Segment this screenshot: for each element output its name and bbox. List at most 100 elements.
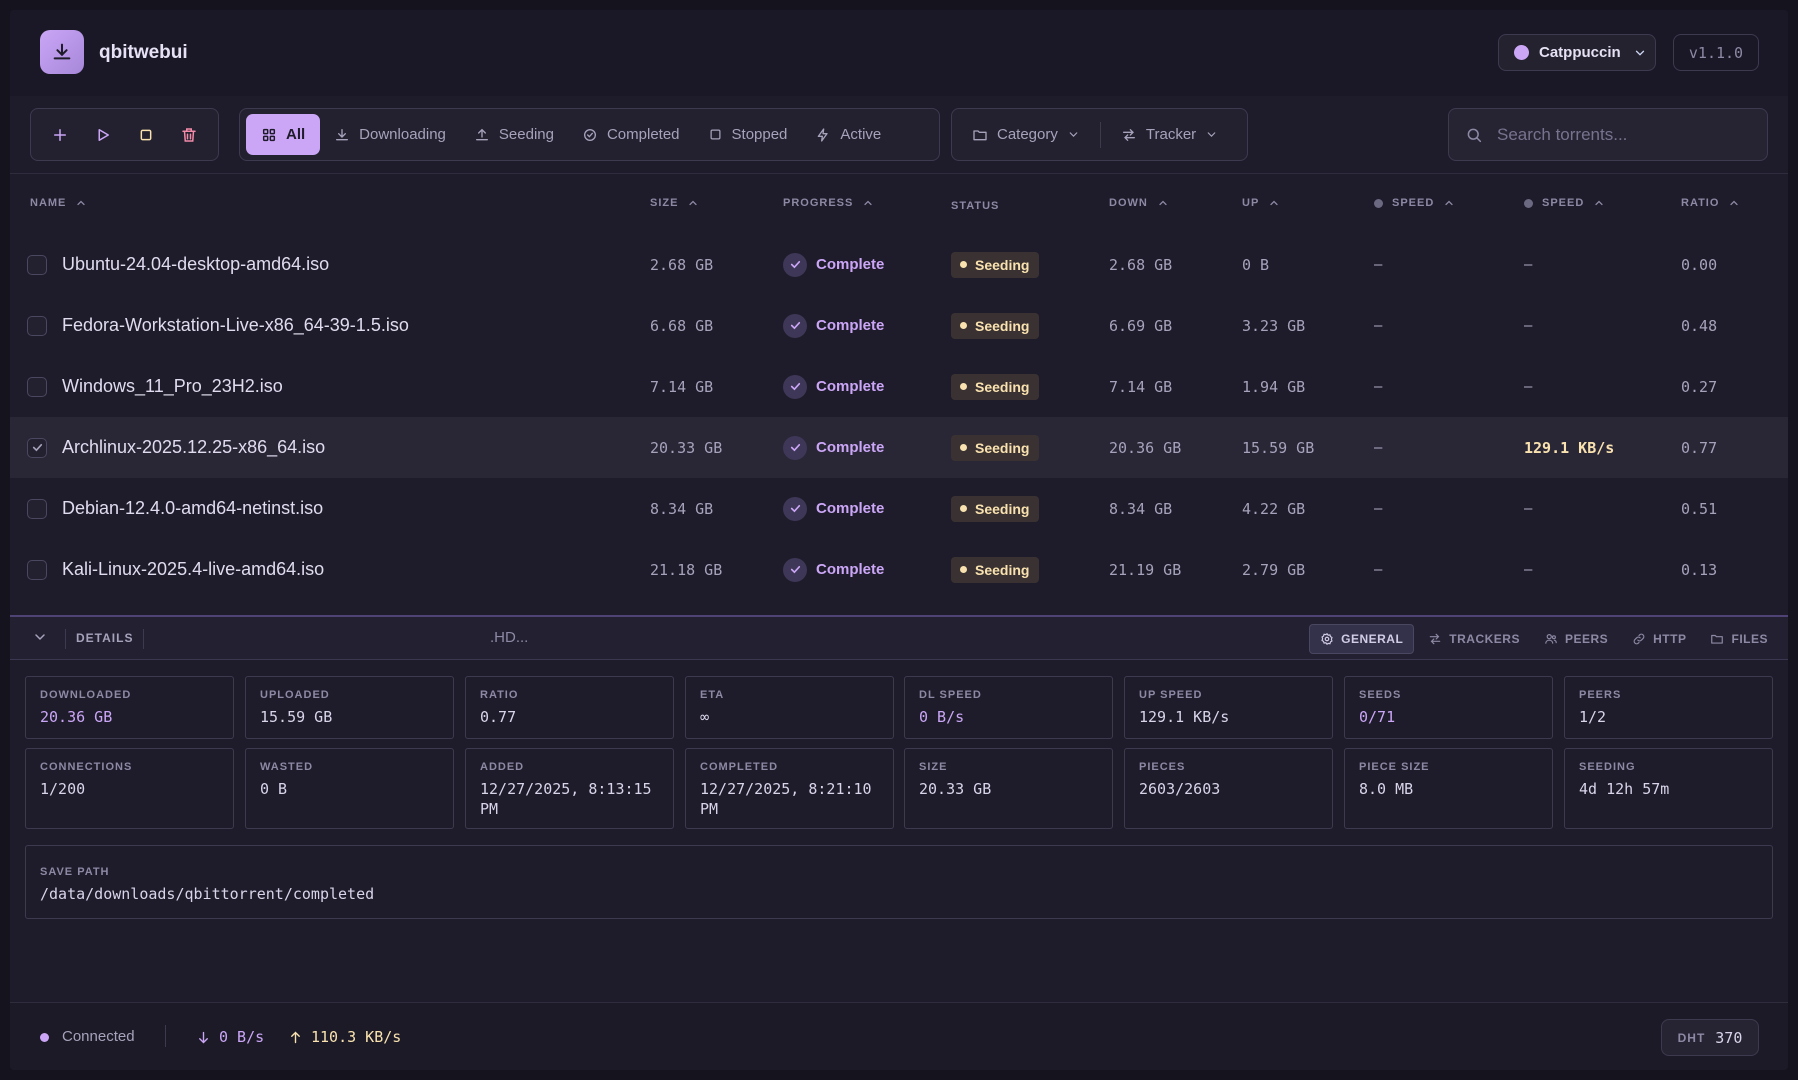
tab-files[interactable]: FILES	[1700, 624, 1778, 654]
torrent-dl-speed: –	[1374, 439, 1383, 456]
filter-all[interactable]: All	[246, 114, 321, 155]
torrent-ratio: 0.00	[1681, 255, 1718, 274]
down-speed-value: 0 B/s	[219, 1028, 265, 1046]
row-checkbox[interactable]	[27, 437, 47, 458]
chevron-up-icon	[77, 200, 86, 206]
status-dot-icon	[960, 383, 967, 390]
chevron-up-icon	[1730, 200, 1739, 206]
torrent-up-speed: –	[1524, 317, 1533, 334]
tab-label: HTTP	[1653, 632, 1687, 646]
torrent-name: Debian-12.4.0-amd64-netinst.iso	[62, 498, 324, 518]
column-progress[interactable]: PROGRESS	[783, 197, 874, 209]
status-label: Seeding	[975, 439, 1030, 456]
download-icon	[336, 128, 349, 140]
users-icon	[1545, 634, 1557, 644]
row-checkbox[interactable]	[27, 376, 47, 397]
status-bar: Connected 0 B/s 110.3 KB/s DHT 370	[10, 1002, 1788, 1070]
torrent-ratio: 0.13	[1681, 560, 1718, 579]
table-row-selected[interactable]: Archlinux-2025.12.25-x86_64.iso 20.33 GB…	[10, 417, 1788, 478]
stat-label: SIZE	[919, 761, 948, 773]
progress-indicator: Complete	[783, 557, 884, 582]
chevron-down-icon	[1069, 132, 1078, 137]
tab-label: TRACKERS	[1449, 632, 1520, 646]
column-status[interactable]: STATUS	[951, 200, 999, 212]
row-checkbox[interactable]	[27, 254, 47, 275]
progress-label: Complete	[816, 378, 885, 395]
stat-card-size: SIZE 20.33 GB	[904, 748, 1113, 829]
theme-selector[interactable]: Catppuccin	[1498, 34, 1656, 71]
stat-card-completed: COMPLETED 12/27/2025, 8:21:10 PM	[685, 748, 894, 829]
tab-http[interactable]: HTTP	[1622, 624, 1696, 654]
column-up[interactable]: UP	[1242, 197, 1280, 209]
stat-label: PIECE SIZE	[1359, 761, 1430, 773]
column-size[interactable]: SIZE	[650, 197, 699, 209]
toolbar: All Downloading Seeding Completed Stoppe…	[10, 96, 1788, 174]
stop-button[interactable]	[130, 119, 162, 151]
table-row[interactable]: Windows_11_Pro_23H2.iso 7.14 GB Complete…	[10, 356, 1788, 417]
tracker-dropdown[interactable]: Tracker	[1101, 109, 1238, 160]
stat-label: ADDED	[480, 761, 525, 773]
status-label: Seeding	[975, 378, 1030, 395]
filter-stopped[interactable]: Stopped	[694, 114, 802, 155]
search-input[interactable]	[1497, 124, 1747, 145]
plus-icon	[54, 128, 67, 141]
column-ratio[interactable]: RATIO	[1681, 197, 1740, 209]
dot-icon	[1524, 198, 1533, 208]
column-down[interactable]: DOWN	[1109, 197, 1169, 209]
column-name[interactable]: NAME	[30, 197, 87, 209]
stat-value: 2603/2603	[1139, 780, 1221, 798]
row-checkbox[interactable]	[27, 498, 47, 519]
filter-label: Active	[840, 126, 882, 143]
status-dot-icon	[960, 566, 967, 573]
filter-active[interactable]: Active	[801, 114, 895, 155]
tab-trackers[interactable]: TRACKERS	[1418, 624, 1530, 654]
row-checkbox[interactable]	[27, 315, 47, 336]
delete-button[interactable]	[173, 119, 205, 151]
app-title: qbitwebui	[99, 42, 188, 63]
torrent-size: 7.14 GB	[650, 377, 714, 396]
start-button[interactable]	[87, 119, 119, 151]
column-up-speed[interactable]: SPEED	[1524, 197, 1605, 209]
filter-completed[interactable]: Completed	[568, 114, 694, 155]
status-dot-icon	[960, 322, 967, 329]
table-row[interactable]: Fedora-Workstation-Live-x86_64-39-1.5.is…	[10, 295, 1788, 356]
upload-icon	[475, 128, 488, 140]
table-row[interactable]: Ubuntu-24.04-desktop-amd64.iso 2.68 GB C…	[10, 234, 1788, 295]
column-label: DOWN	[1109, 197, 1148, 209]
status-badge: Seeding	[951, 251, 1040, 278]
status-badge: Seeding	[951, 556, 1040, 583]
stat-card-uploaded: UPLOADED 15.59 GB	[245, 676, 454, 739]
stat-label: RATIO	[480, 689, 519, 701]
stat-card-added: ADDED 12/27/2025, 8:13:15 PM	[465, 748, 674, 829]
table-row[interactable]: Kali-Linux-2025.4-live-amd64.iso 21.18 G…	[10, 539, 1788, 600]
stat-value: 20.36 GB	[40, 708, 113, 726]
column-label: UP	[1242, 197, 1260, 209]
checkmark-icon	[32, 443, 42, 452]
filter-label: Completed	[606, 126, 680, 143]
filter-seeding[interactable]: Seeding	[460, 114, 568, 155]
torrent-dl-speed: –	[1374, 256, 1383, 273]
details-label: DETAILS	[76, 631, 134, 645]
tab-peers[interactable]: PEERS	[1534, 624, 1618, 654]
chevron-down-icon	[1635, 50, 1644, 56]
global-up-speed: 110.3 KB/s	[288, 1028, 401, 1046]
column-dl-speed[interactable]: SPEED	[1374, 197, 1455, 209]
add-torrent-button[interactable]	[44, 119, 76, 151]
torrent-name: Kali-Linux-2025.4-live-amd64.iso	[62, 559, 325, 579]
stat-value: ∞	[700, 708, 710, 726]
row-checkbox[interactable]	[27, 559, 47, 580]
torrent-size: 20.33 GB	[650, 438, 723, 457]
table-row[interactable]: Debian-12.4.0-amd64-netinst.iso 8.34 GB …	[10, 478, 1788, 539]
filter-downloading[interactable]: Downloading	[320, 114, 460, 155]
tab-general[interactable]: GENERAL	[1309, 624, 1415, 654]
torrent-down: 8.34 GB	[1109, 499, 1173, 518]
table-header: NAME SIZE PROGRESS STATUS DOWN UP SPEED	[10, 174, 1788, 230]
category-dropdown[interactable]: Category	[952, 109, 1100, 160]
collapse-details-button[interactable]	[32, 629, 48, 645]
stat-label: ETA	[700, 689, 725, 701]
stat-label: PEERS	[1579, 689, 1622, 701]
stat-value: 12/27/2025, 8:21:10 PM	[700, 780, 872, 818]
torrent-up-speed: –	[1524, 256, 1533, 273]
column-label: RATIO	[1681, 197, 1720, 209]
stat-card-downloaded: DOWNLOADED 20.36 GB	[25, 676, 234, 739]
